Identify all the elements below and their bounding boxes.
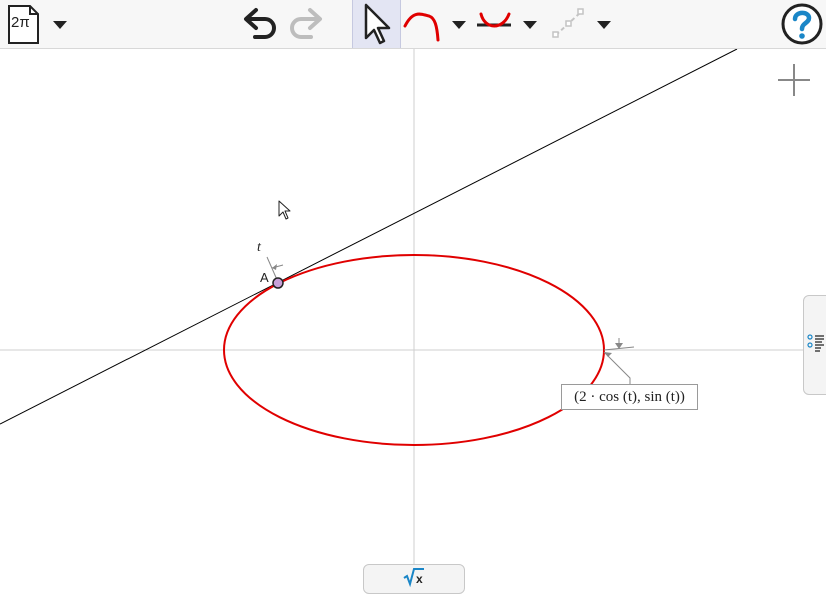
- expression-leader-arrowhead: [604, 352, 612, 357]
- pointer-tool-button[interactable]: [352, 0, 401, 48]
- undo-icon: [244, 8, 276, 39]
- undo-button[interactable]: [240, 0, 282, 48]
- add-button[interactable]: [776, 62, 812, 98]
- parametric-expression-label[interactable]: (2 · cos (t), sin (t)): [561, 384, 698, 410]
- help-button[interactable]: [780, 0, 826, 48]
- tangent-line[interactable]: [0, 49, 738, 425]
- point-a[interactable]: [272, 277, 284, 289]
- toolbar: 2π: [0, 0, 826, 49]
- side-panel-tab[interactable]: [803, 295, 826, 395]
- segment-tool-dropdown[interactable]: [594, 0, 614, 48]
- help-icon: [781, 3, 823, 45]
- math-panel-tab[interactable]: x: [363, 564, 465, 594]
- curve-tool-button[interactable]: [403, 0, 447, 48]
- caret-down-icon: [523, 21, 537, 29]
- caret-down-icon: [53, 21, 67, 29]
- conic-tool-button[interactable]: [473, 0, 517, 48]
- svg-text:x: x: [416, 572, 423, 586]
- conic-icon: [477, 12, 511, 28]
- document-button[interactable]: 2π: [4, 0, 44, 48]
- curve-tool-dropdown[interactable]: [449, 0, 469, 48]
- plus-icon: [778, 64, 810, 96]
- list-icon: [807, 334, 824, 352]
- pointer-icon: [364, 3, 391, 45]
- sqrt-x-icon: x: [403, 568, 424, 588]
- point-label: A: [260, 270, 269, 285]
- redo-icon: [290, 8, 322, 39]
- redo-button[interactable]: [284, 0, 326, 48]
- segment-tool-button[interactable]: [547, 0, 591, 48]
- document-label: 2π: [11, 14, 30, 31]
- mouse-cursor-icon: [278, 200, 291, 220]
- conic-tool-dropdown[interactable]: [520, 0, 540, 48]
- graph-canvas[interactable]: [0, 49, 826, 588]
- curve-icon: [403, 12, 440, 42]
- parameter-label: t: [257, 240, 261, 255]
- document-menu-dropdown[interactable]: [50, 0, 70, 48]
- caret-down-icon: [452, 21, 466, 29]
- segment-icon: [552, 8, 584, 38]
- caret-down-icon: [597, 21, 611, 29]
